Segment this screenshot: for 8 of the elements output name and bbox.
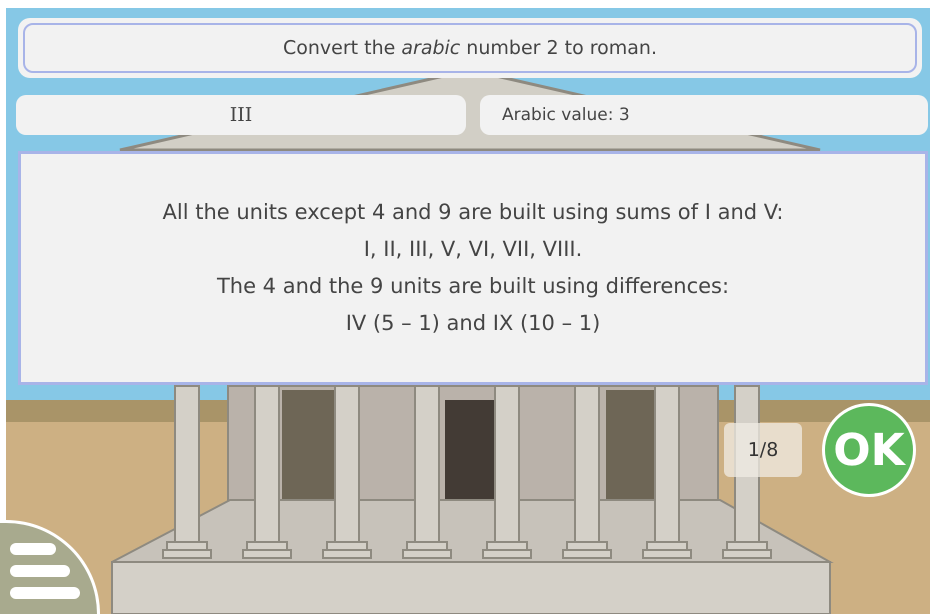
- explanation-line: All the units except 4 and 9 are built using sums of I and V:: [162, 199, 784, 226]
- explanation-line: IV (5 – 1) and IX (10 – 1): [346, 310, 600, 337]
- answer-input-field[interactable]: III: [16, 95, 466, 135]
- question-text: Convert the arabic number 2 to roman.: [23, 23, 917, 73]
- progress-counter: 1/8: [724, 423, 802, 477]
- explanation-line: I, II, III, V, VI, VII, VIII.: [364, 236, 582, 263]
- explanation-line: The 4 and the 9 units are built using differences:: [216, 273, 730, 300]
- arabic-value-label: Arabic value: 3: [480, 95, 928, 135]
